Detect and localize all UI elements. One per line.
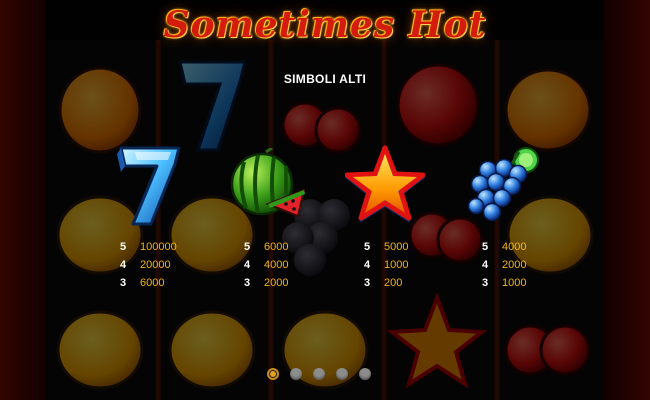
- payout-row: 4 4000: [244, 256, 288, 274]
- payout-row: 4 1000: [364, 256, 408, 274]
- payout-value: 20000: [140, 259, 171, 271]
- payout-value: 4000: [502, 241, 527, 253]
- payout-count: 3: [482, 277, 489, 289]
- payout-row: 5 5000: [364, 238, 408, 256]
- payout-row: 4 20000: [120, 256, 177, 274]
- payout-value: 6000: [264, 241, 289, 253]
- payout-count: 4: [120, 259, 127, 271]
- game-logo: Sometimes Hot: [163, 4, 487, 46]
- payout-count: 4: [482, 259, 489, 271]
- payout-value: 5000: [384, 241, 409, 253]
- payout-count: 5: [244, 241, 251, 253]
- payout-count: 4: [364, 259, 371, 271]
- payout-count: 5: [482, 241, 489, 253]
- payout-value: 100000: [140, 241, 177, 253]
- page-dot-5[interactable]: [359, 368, 371, 380]
- payout-count: 5: [120, 241, 127, 253]
- paytable-title: SIMBOLI ALTI: [283, 72, 367, 86]
- payout-value: 2000: [264, 277, 289, 289]
- watermelon-icon: [230, 148, 306, 218]
- payout-table-star: 5 5000 4 1000 3 200: [364, 238, 408, 292]
- payout-table-seven: 5 100000 4 20000 3 6000: [120, 238, 177, 292]
- star-icon: [345, 145, 425, 222]
- page-dot-2[interactable]: [290, 368, 302, 380]
- payout-row: 3 6000: [120, 274, 177, 292]
- payout-count: 3: [364, 277, 371, 289]
- payout-row: 4 2000: [482, 256, 526, 274]
- payout-row: 5 6000: [244, 238, 288, 256]
- payout-count: 5: [364, 241, 371, 253]
- payout-count: 3: [244, 277, 251, 289]
- payout-value: 6000: [140, 277, 165, 289]
- payout-value: 4000: [264, 259, 289, 271]
- page-dot-3[interactable]: [313, 368, 325, 380]
- payout-row: 5 100000: [120, 238, 177, 256]
- payout-row: 3 2000: [244, 274, 288, 292]
- payout-count: 3: [120, 277, 127, 289]
- payout-row: 3 1000: [482, 274, 526, 292]
- payout-row: 5 4000: [482, 238, 526, 256]
- payout-count: 4: [244, 259, 251, 271]
- page-indicator: [267, 368, 371, 380]
- payout-row: 3 200: [364, 274, 408, 292]
- payout-table-grapes: 5 4000 4 2000 3 1000: [482, 238, 526, 292]
- payout-table-watermelon: 5 6000 4 4000 3 2000: [244, 238, 288, 292]
- grapes-icon: [467, 147, 539, 222]
- page-dot-1[interactable]: [267, 368, 279, 380]
- payout-value: 200: [384, 277, 403, 289]
- dim-overlay: [0, 0, 650, 400]
- payout-value: 1000: [502, 277, 527, 289]
- seven-icon: [117, 146, 181, 226]
- payout-value: 1000: [384, 259, 409, 271]
- payout-value: 2000: [502, 259, 527, 271]
- slot-game-screen: Sometimes Hot SIMBOLI ALTI 5 100000 4 20…: [0, 0, 650, 400]
- page-dot-4[interactable]: [336, 368, 348, 380]
